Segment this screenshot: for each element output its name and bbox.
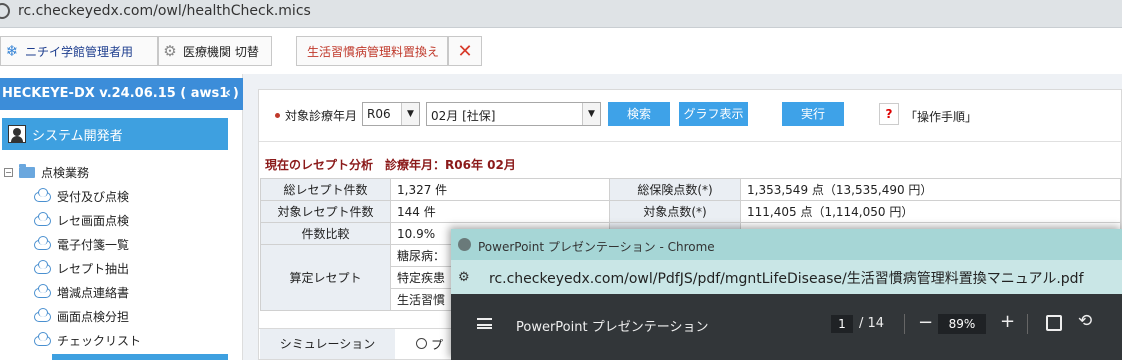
search-button[interactable]: 検索: [608, 102, 670, 126]
run-button[interactable]: 実行: [782, 102, 844, 126]
sidebar-item-screen-assign[interactable]: 画面点検分担: [34, 307, 130, 325]
close-button[interactable]: ✕: [448, 36, 482, 66]
graph-button[interactable]: グラフ表示: [679, 102, 748, 126]
rotate-icon[interactable]: ⟲: [1078, 311, 1092, 331]
table-header-cell: 総保険点数(*): [609, 178, 741, 201]
user-name: システム開発者: [32, 128, 123, 144]
table-row: 対象レセプト件数 144 件 対象点数(*) 111,405 点（1,114,0…: [260, 200, 1121, 223]
table-cell: 144 件: [390, 200, 610, 223]
avatar-icon: [8, 125, 26, 143]
table-cell: 1,327 件: [390, 178, 610, 201]
required-dot-icon: [275, 113, 280, 118]
tree-root-inspection[interactable]: − 点検業務: [4, 164, 89, 181]
cloud-icon: [34, 259, 51, 274]
sidebar-item-label: 受付及び点検: [57, 190, 130, 204]
table-header-cell: 件数比較: [260, 222, 391, 245]
pdf-document-title: PowerPoint プレゼンテーション: [516, 320, 709, 335]
sidebar-item-label: 電子付箋一覧: [57, 238, 130, 252]
app-toolbar: ❄ ニチイ学館管理者用 ⚙ 医療機関 切替 生活習慣病管理料置換え ✕: [0, 28, 1122, 74]
cloud-icon: [34, 283, 51, 298]
sidebar-item-screen-check[interactable]: レセ画面点検: [34, 211, 130, 229]
popup-window-title: PowerPoint プレゼンテーション - Chrome: [478, 240, 715, 254]
snowflake-icon: ❄: [5, 42, 19, 60]
simulation-label: シミュレーション: [260, 329, 395, 359]
chevron-down-icon[interactable]: ▼: [401, 103, 419, 125]
sidebar-item-reception[interactable]: 受付及び点検: [34, 187, 130, 205]
fit-page-icon[interactable]: [1046, 315, 1062, 331]
page-number-input[interactable]: 1: [831, 315, 853, 333]
month-select[interactable]: 02月 [社保] ▼: [426, 102, 601, 126]
sidebar-item-adjustment-notice[interactable]: 増減点連絡書: [34, 283, 130, 301]
table-cell: 111,405 点（1,114,050 円）: [740, 200, 1121, 223]
table-header-cell: 総レセプト件数: [260, 178, 391, 201]
close-icon: ✕: [457, 40, 473, 62]
filter-bar: 対象診療年月 R06 ▼ 02月 [社保] ▼ 検索 グラフ表示 実行 ? 「操…: [259, 90, 1122, 142]
user-panel[interactable]: システム開発者: [2, 118, 228, 150]
manual-link[interactable]: 「操作手順」: [905, 108, 977, 125]
sidebar-item-sticky-notes[interactable]: 電子付箋一覧: [34, 235, 130, 253]
simulation-option-label[interactable]: プ: [431, 336, 443, 353]
popup-address-bar[interactable]: ⚙ rc.checkeyedx.com/owl/PdfJS/pdf/mgntLi…: [451, 260, 1122, 294]
screen: rc.checkeyedx.com/owl/healthCheck.mics ❄…: [0, 0, 1122, 360]
month-value: 02月 [社保]: [431, 109, 496, 123]
admin-label: ニチイ学館管理者用: [25, 44, 134, 59]
lifestyle-label: 生活習慣病管理料置換え: [307, 44, 440, 59]
table-header-cell: 対象点数(*): [609, 200, 741, 223]
popup-url[interactable]: rc.checkeyedx.com/owl/PdfJS/pdf/mgntLife…: [489, 268, 1084, 288]
browser-url[interactable]: rc.checkeyedx.com/owl/healthCheck.mics: [18, 3, 311, 19]
table-header-cell: 対象レセプト件数: [260, 200, 391, 223]
filter-label: 対象診療年月: [285, 109, 358, 123]
menu-icon[interactable]: [477, 318, 492, 329]
sidebar: HECKEYE-DX v.24.06.15 ( aws1 ) ‹ システム開発者…: [0, 74, 243, 360]
site-info-icon[interactable]: [0, 3, 10, 19]
table-header-cell: 算定レセプト: [260, 244, 391, 311]
app-version: HECKEYE-DX v.24.06.15 ( aws1 ): [2, 86, 239, 101]
popup-title-bar[interactable]: PowerPoint プレゼンテーション - Chrome: [451, 229, 1122, 260]
gear-icon: ⚙: [163, 42, 177, 60]
chevron-down-icon[interactable]: ▼: [582, 103, 600, 125]
collapse-chevron-icon[interactable]: ‹: [225, 85, 231, 101]
switch-facility-button[interactable]: ⚙ 医療機関 切替: [158, 36, 272, 66]
zoom-in-icon[interactable]: +: [1000, 311, 1015, 332]
sidebar-item-label: レセ画面点検: [57, 214, 130, 228]
cloud-icon: [34, 235, 51, 250]
switch-label: 医療機関 切替: [183, 44, 259, 59]
sidebar-selected-item[interactable]: [52, 354, 228, 360]
sidebar-item-label: 増減点連絡書: [57, 286, 130, 300]
table-row: 総レセプト件数 1,327 件 総保険点数(*) 1,353,549 点（13,…: [260, 178, 1121, 201]
lifestyle-replace-button[interactable]: 生活習慣病管理料置換え: [296, 36, 448, 66]
year-value: R06: [367, 107, 391, 121]
cloud-icon: [34, 331, 51, 346]
browser-address-bar[interactable]: rc.checkeyedx.com/owl/healthCheck.mics: [0, 0, 1122, 28]
zoom-level-input[interactable]: 89%: [938, 314, 986, 334]
cloud-icon: [34, 187, 51, 202]
year-select[interactable]: R06 ▼: [362, 102, 420, 126]
sidebar-item-label: 画面点検分担: [57, 310, 130, 324]
tree-root-label: 点検業務: [41, 166, 90, 180]
site-settings-icon[interactable]: ⚙: [458, 270, 470, 285]
simulation-radio[interactable]: [416, 338, 427, 349]
toolbar-divider: [1027, 314, 1028, 334]
collapse-icon[interactable]: −: [4, 168, 13, 177]
cloud-icon: [34, 211, 51, 226]
sidebar-item-label: チェックリスト: [57, 334, 142, 348]
pdf-popup-window[interactable]: PowerPoint プレゼンテーション - Chrome ⚙ rc.check…: [451, 229, 1122, 360]
analysis-title: 現在のレセプト分析 診療年月：R06年 02月: [265, 158, 516, 172]
zoom-out-icon[interactable]: −: [918, 312, 933, 333]
table-cell: 1,353,549 点（13,535,490 円）: [740, 178, 1121, 201]
sidebar-item-extract[interactable]: レセプト抽出: [34, 259, 130, 277]
page-total: / 14: [859, 316, 885, 331]
sidebar-item-label: レセプト抽出: [57, 262, 130, 276]
pdf-toolbar: PowerPoint プレゼンテーション 1 / 14 − 89% + ⟲: [451, 294, 1122, 360]
admin-button[interactable]: ❄ ニチイ学館管理者用: [0, 36, 158, 66]
chrome-icon: [458, 238, 471, 251]
sidebar-header: HECKEYE-DX v.24.06.15 ( aws1 ) ‹: [0, 78, 243, 110]
sidebar-item-checklist[interactable]: チェックリスト: [34, 331, 142, 349]
toolbar-divider: [904, 314, 905, 334]
folder-icon: [19, 164, 35, 178]
cloud-icon: [34, 307, 51, 322]
help-icon[interactable]: ?: [879, 103, 899, 125]
